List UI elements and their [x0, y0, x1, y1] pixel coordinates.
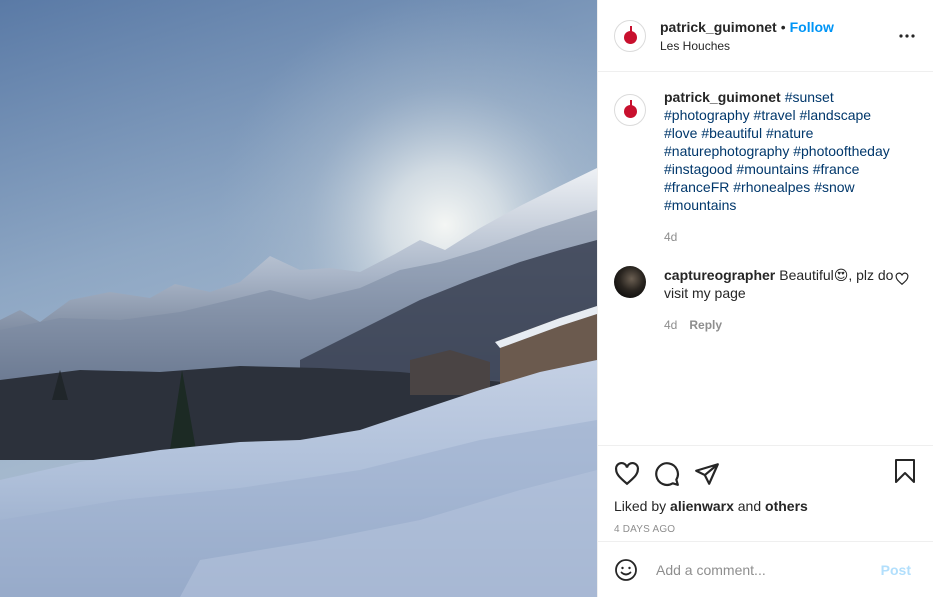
hashtag[interactable]: #instagood — [664, 161, 733, 177]
separator-dot: • — [780, 18, 786, 35]
instagram-post: patrick_guimonet • Follow Les Houches pa… — [0, 0, 934, 597]
add-comment-bar: Post — [598, 541, 933, 597]
header-text: patrick_guimonet • Follow Les Houches — [660, 19, 834, 53]
follow-button[interactable]: Follow — [790, 19, 834, 35]
author-username[interactable]: patrick_guimonet — [660, 19, 777, 35]
hashtag[interactable]: #love — [664, 125, 697, 141]
likes-others[interactable]: others — [765, 498, 808, 514]
likes-prefix: Liked by — [614, 498, 667, 514]
comment-like-heart-icon[interactable] — [895, 272, 909, 286]
caption-time[interactable]: 4d — [664, 228, 904, 246]
header-line: patrick_guimonet • Follow — [660, 19, 834, 35]
more-horizontal-icon[interactable] — [897, 26, 917, 46]
likes-user[interactable]: alienwarx — [670, 498, 734, 514]
post-photo[interactable] — [0, 0, 597, 597]
comment-item: captureographer Beautiful😍, plz do visit … — [614, 266, 917, 334]
hashtag[interactable]: #beautiful — [701, 125, 762, 141]
post-location[interactable]: Les Houches — [660, 39, 834, 53]
comment-input[interactable] — [654, 560, 875, 579]
post-side-panel: patrick_guimonet • Follow Les Houches pa… — [597, 0, 933, 597]
likes-conjunction: and — [737, 498, 762, 514]
author-avatar[interactable] — [614, 19, 646, 52]
comment-bubble-icon[interactable] — [654, 461, 680, 487]
post-comment-button[interactable]: Post — [875, 561, 917, 579]
post-header: patrick_guimonet • Follow Les Houches — [598, 0, 933, 72]
comment-time[interactable]: 4d — [664, 318, 677, 332]
hashtag[interactable]: #mountains — [736, 161, 808, 177]
hashtag[interactable]: #landscape — [799, 107, 871, 123]
hashtag[interactable]: #photography — [664, 107, 750, 123]
post-actions: Liked by alienwarx and others 4 DAYS AGO — [598, 445, 933, 541]
hashtag[interactable]: #nature — [766, 125, 813, 141]
heart-icon[interactable] — [614, 461, 640, 487]
comment-body: captureographer Beautiful😍, plz do visit … — [664, 266, 904, 334]
mountain-landscape-image — [0, 0, 597, 597]
hashtag[interactable]: #naturephotography — [664, 143, 789, 159]
commenter-avatar[interactable] — [614, 266, 646, 298]
caption-avatar[interactable] — [614, 94, 646, 126]
hashtag[interactable]: #snow — [814, 179, 854, 195]
reply-button[interactable]: Reply — [689, 318, 722, 332]
action-icons — [614, 454, 917, 494]
hashtag[interactable]: #franceFR — [664, 179, 729, 195]
hashtag[interactable]: #france — [813, 161, 860, 177]
paper-plane-icon[interactable] — [694, 461, 720, 487]
bookmark-icon[interactable] — [893, 458, 917, 484]
likes-summary: Liked by alienwarx and others — [614, 498, 917, 514]
hashtag[interactable]: #photooftheday — [793, 143, 890, 159]
hashtag[interactable]: #rhonealpes — [733, 179, 810, 195]
comment-meta: 4d Reply — [664, 316, 904, 334]
caption-body: patrick_guimonet #sunset #photography #tr… — [664, 88, 904, 246]
comments-section: patrick_guimonet #sunset #photography #tr… — [598, 72, 933, 445]
commenter-username[interactable]: captureographer — [664, 267, 775, 283]
hashtag[interactable]: #travel — [754, 107, 796, 123]
caption: patrick_guimonet #sunset #photography #tr… — [614, 88, 917, 246]
hashtag[interactable]: #sunset — [785, 89, 834, 105]
post-timestamp[interactable]: 4 DAYS AGO — [614, 524, 917, 535]
caption-username[interactable]: patrick_guimonet — [664, 89, 781, 105]
smiley-icon[interactable] — [614, 558, 638, 582]
hashtag[interactable]: #mountains — [664, 197, 736, 213]
